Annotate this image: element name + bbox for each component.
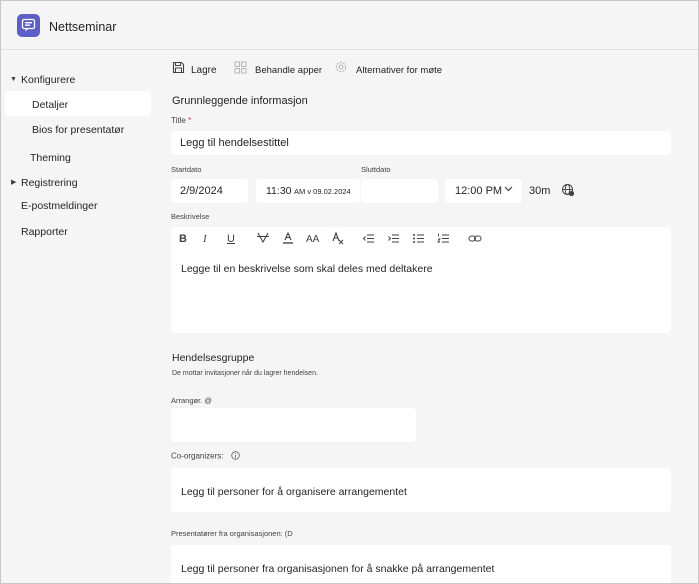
start-time-value: 11:30	[266, 185, 292, 197]
co-organizers-label-text: Co-organizers:	[171, 451, 224, 461]
start-time-suffix: AM v 09.02.2024	[294, 187, 351, 196]
main-content: Lagre Behandle apper Alternativer for mø…	[156, 50, 698, 583]
event-group-heading: Hendelsesgruppe	[172, 352, 255, 364]
end-date-field[interactable]	[361, 179, 438, 203]
outdent-icon[interactable]	[362, 232, 375, 248]
bold-button[interactable]: B	[179, 233, 187, 245]
expanded-caret-icon[interactable]: ▼	[10, 76, 17, 83]
italic-button[interactable]: I	[203, 233, 207, 245]
description-editor[interactable]: B I U AA Legge til en beskrivelse som sk…	[171, 227, 671, 333]
sidebar-item-rapporter[interactable]: Rapporter	[21, 226, 68, 238]
duration-text: 30m	[529, 185, 551, 197]
basic-info-heading: Grunnleggende informasjon	[172, 95, 308, 107]
meeting-options-button[interactable]: Alternativer for møte	[356, 65, 442, 76]
required-mark: *	[188, 116, 192, 125]
presenters-field[interactable]: Legg til personer fra organisasjonen for…	[171, 545, 671, 583]
selected-nav-highlight	[5, 91, 151, 116]
organizer-label: Arrangør. @	[171, 396, 212, 405]
collapsed-caret-icon[interactable]: ▶	[11, 178, 16, 186]
start-date-label: Startdato	[171, 165, 202, 174]
sidebar-item-registrering[interactable]: Registrering	[21, 177, 78, 189]
co-organizers-placeholder: Legg til personer for å organisere arran…	[181, 486, 407, 498]
chevron-down-icon	[503, 183, 514, 197]
sidebar-item-konfigurere[interactable]: Konfigurere	[21, 74, 75, 86]
strikethrough-icon[interactable]	[256, 231, 270, 248]
end-time-value: 12:00 PM	[455, 185, 503, 197]
organizer-field[interactable]	[171, 408, 416, 442]
underline-button[interactable]: U	[227, 233, 235, 245]
title-label-text: Title	[171, 116, 186, 125]
presenters-placeholder: Legg til personer fra organisasjonen for…	[181, 563, 495, 575]
title-input[interactable]: Legg til hendelsestittel	[171, 131, 671, 155]
end-time-dropdown[interactable]: 12:00 PM	[445, 179, 522, 203]
info-icon[interactable]	[231, 451, 240, 462]
co-organizers-field[interactable]: Legg til personer for å organisere arran…	[171, 468, 671, 512]
start-time-field[interactable]: 11:30 AM v 09.02.2024	[256, 179, 360, 203]
numbered-list-icon[interactable]	[437, 232, 450, 248]
description-placeholder: Legge til en beskrivelse som skal deles …	[181, 263, 433, 275]
app-header: Nettseminar	[1, 1, 698, 50]
gear-icon[interactable]	[334, 60, 348, 79]
co-organizers-label: Co-organizers:	[171, 451, 240, 462]
event-group-helper-text: De mottar invitasjoner når du lagrer hen…	[172, 370, 318, 377]
sidebar: ▼ Konfigurere Detaljer Bios for presenta…	[1, 50, 156, 583]
webinar-app-icon	[17, 14, 40, 37]
font-size-icon[interactable]: AA	[306, 234, 319, 245]
highlight-icon[interactable]	[281, 231, 295, 248]
start-date-value: 2/9/2024	[180, 185, 223, 197]
start-date-field[interactable]: 2/9/2024	[171, 179, 248, 203]
link-icon[interactable]	[468, 232, 482, 248]
app-title: Nettseminar	[49, 20, 117, 34]
apps-grid-icon[interactable]	[234, 61, 247, 79]
clear-format-icon[interactable]	[331, 231, 345, 248]
end-date-label: Sluttdato	[361, 165, 391, 174]
webinar-setup-window: Nettseminar ▼ Konfigurere Detaljer Bios …	[0, 0, 699, 584]
indent-icon[interactable]	[387, 232, 400, 248]
bullet-list-icon[interactable]	[412, 232, 425, 248]
sidebar-item-bios[interactable]: Bios for presentatør	[32, 124, 124, 136]
save-icon[interactable]	[172, 61, 185, 79]
sidebar-item-detaljer[interactable]: Detaljer	[32, 99, 68, 111]
sidebar-item-e-postmeldinger[interactable]: E-postmeldinger	[21, 200, 97, 212]
manage-apps-button[interactable]: Behandle apper	[255, 65, 322, 76]
sidebar-item-theming[interactable]: Theming	[30, 152, 71, 164]
title-input-placeholder: Legg til hendelsestittel	[180, 137, 289, 149]
description-label: Beskrivelse	[171, 212, 210, 221]
presenters-label: Presentatører fra organisasjonen: (D	[171, 529, 293, 538]
save-button[interactable]: Lagre	[191, 65, 217, 76]
title-label: Title *	[171, 116, 191, 125]
timezone-globe-icon[interactable]	[561, 183, 575, 202]
